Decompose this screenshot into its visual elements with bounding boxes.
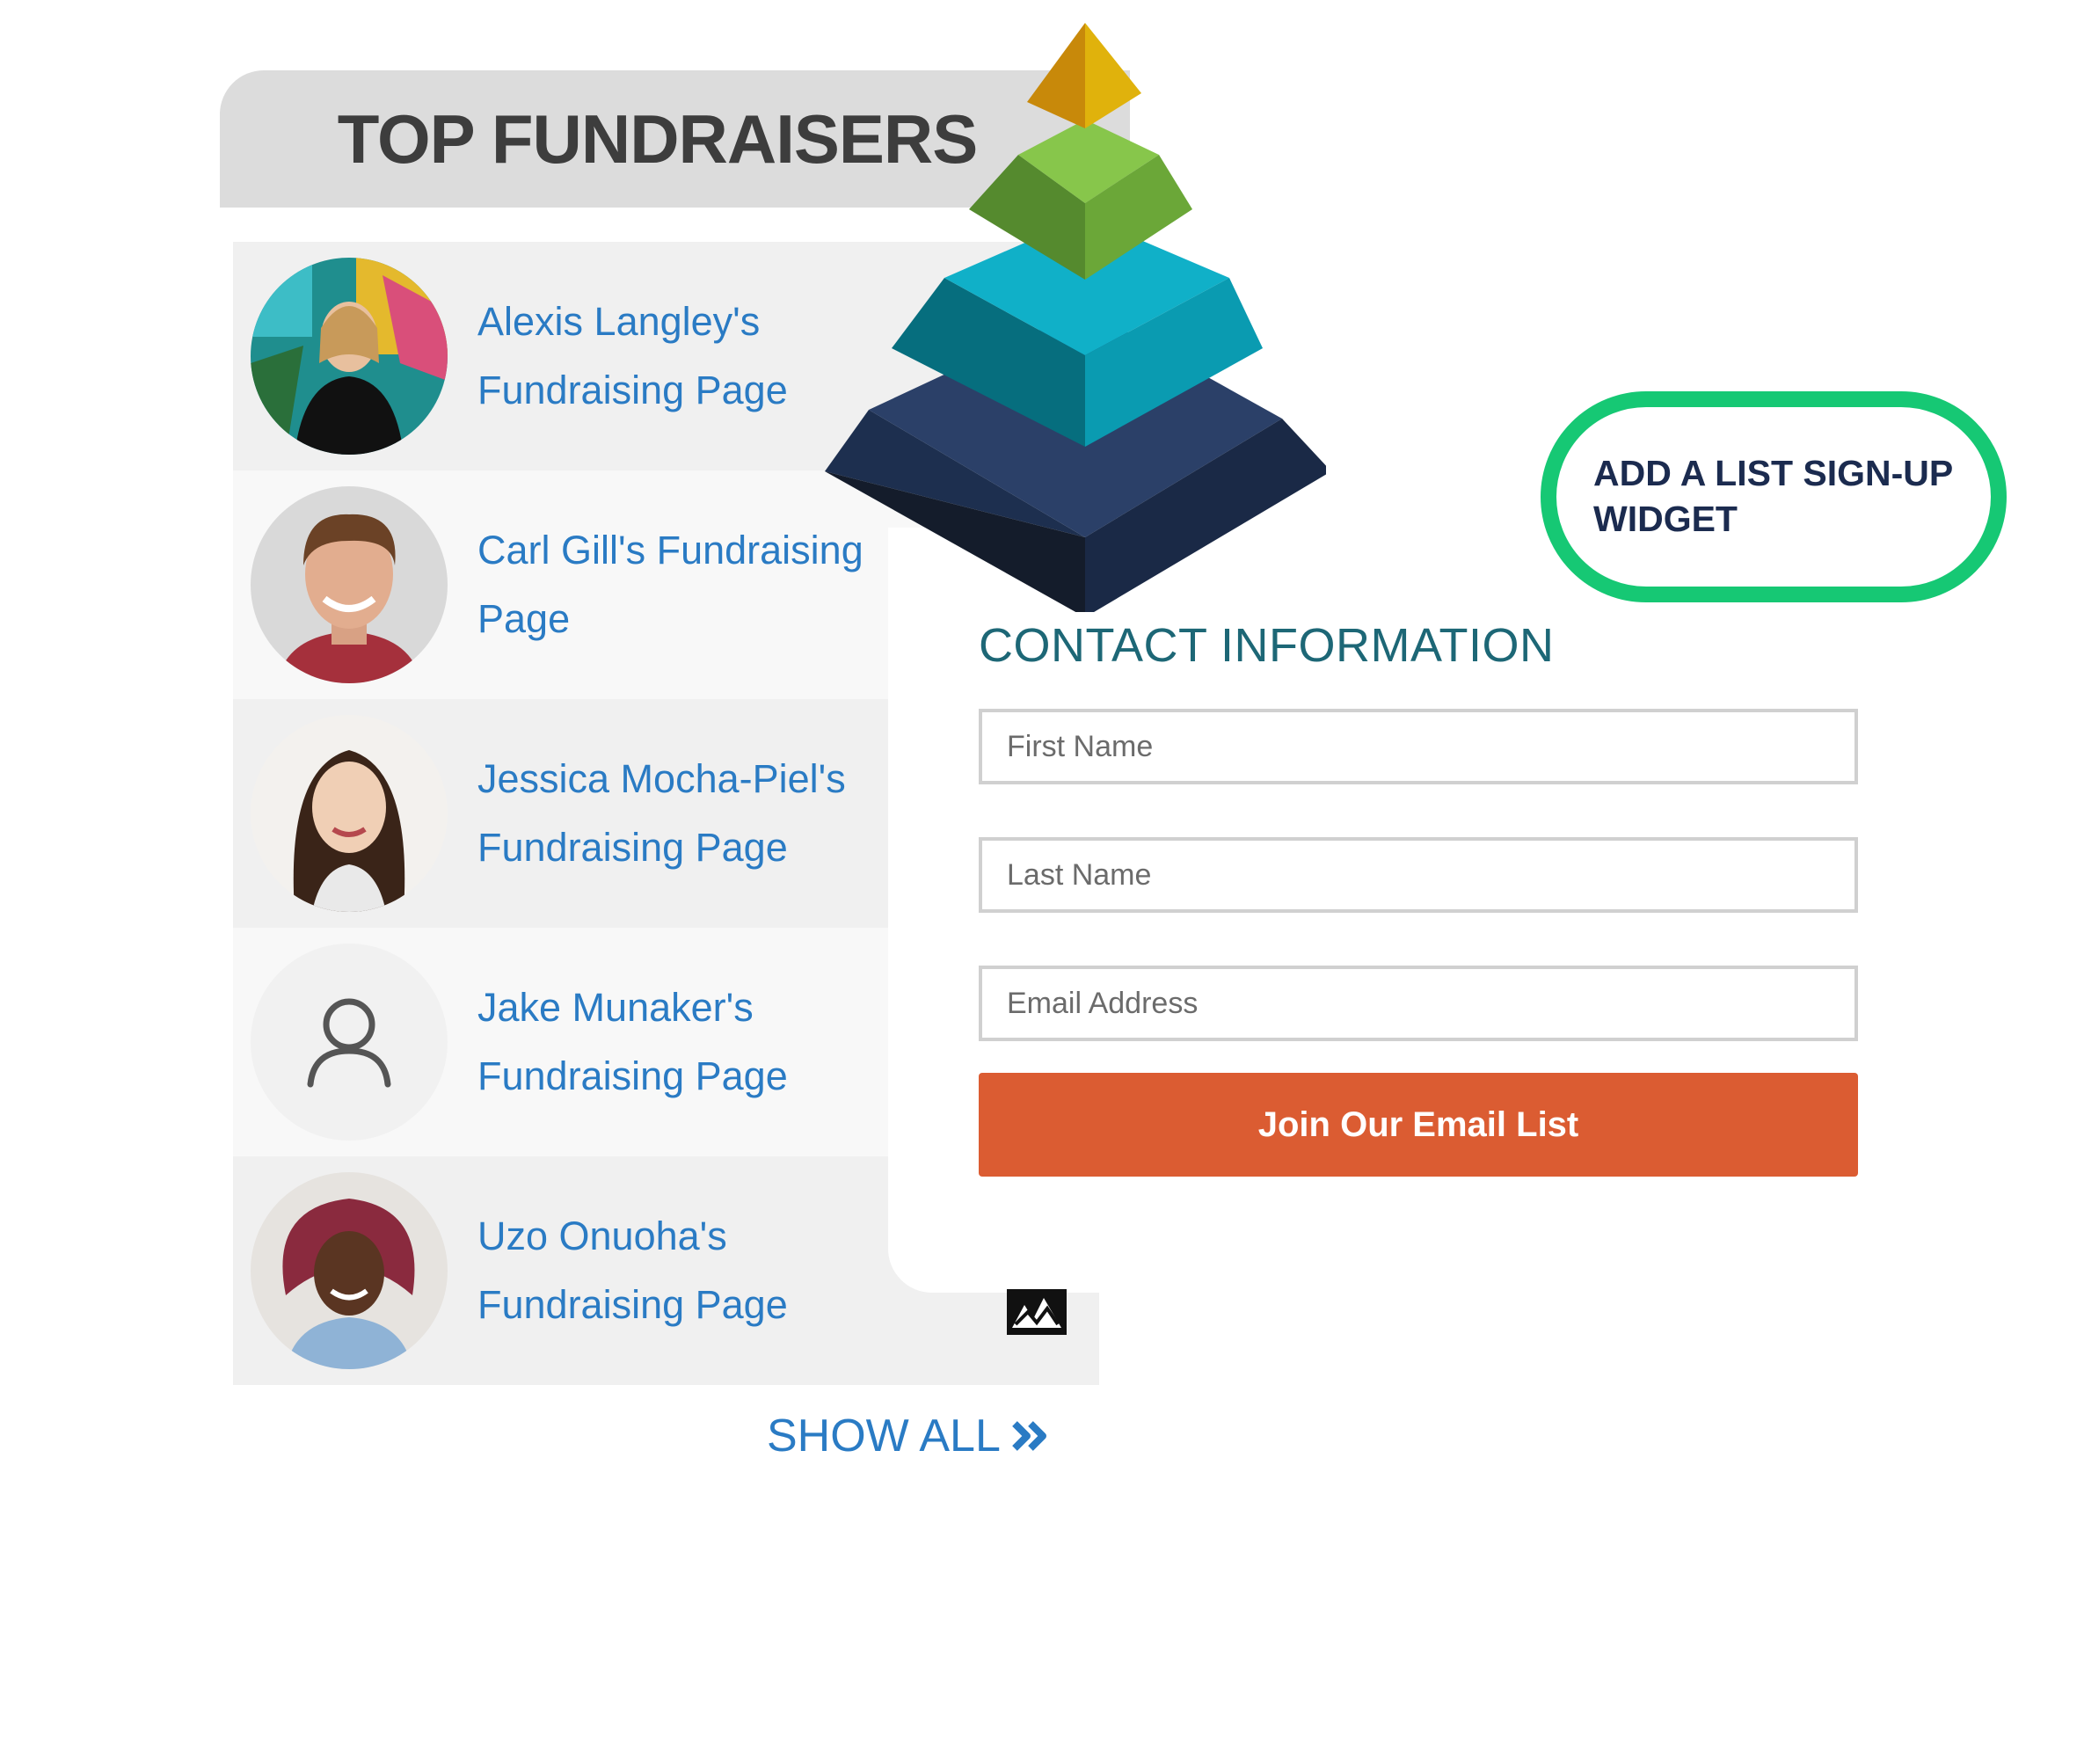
- user-placeholder-icon: [251, 944, 448, 1141]
- chevron-double-right-icon: [1012, 1421, 1046, 1451]
- contact-information-heading: CONTACT INFORMATION: [979, 619, 1555, 672]
- show-all-link[interactable]: SHOW ALL: [767, 1410, 1052, 1462]
- pyramid-graphic: [825, 23, 1331, 617]
- callout-text: ADD A LIST SIGN-UP WIDGET: [1593, 453, 1953, 539]
- image-icon: [1007, 1289, 1067, 1335]
- avatar-jessica: [251, 715, 448, 912]
- avatar-carl: [251, 486, 448, 683]
- fundraiser-link[interactable]: Alexis Langley's Fundraising Page: [477, 288, 882, 425]
- avatar-alexis: [251, 258, 448, 455]
- last-name-field[interactable]: [979, 837, 1858, 913]
- avatar-uzo: [251, 1172, 448, 1369]
- email-field[interactable]: [979, 966, 1858, 1041]
- fundraiser-link[interactable]: Carl Gill's Fundraising Page: [477, 516, 882, 653]
- show-all-label: SHOW ALL: [767, 1410, 1001, 1461]
- fundraiser-link[interactable]: Jake Munaker's Fundraising Page: [477, 973, 882, 1111]
- fundraiser-link[interactable]: Uzo Onuoha's Fundraising Page: [477, 1202, 882, 1339]
- fundraiser-link[interactable]: Jessica Mocha-Piel's Fundraising Page: [477, 745, 882, 882]
- join-email-list-button[interactable]: Join Our Email List: [979, 1073, 1858, 1177]
- first-name-field[interactable]: [979, 709, 1858, 784]
